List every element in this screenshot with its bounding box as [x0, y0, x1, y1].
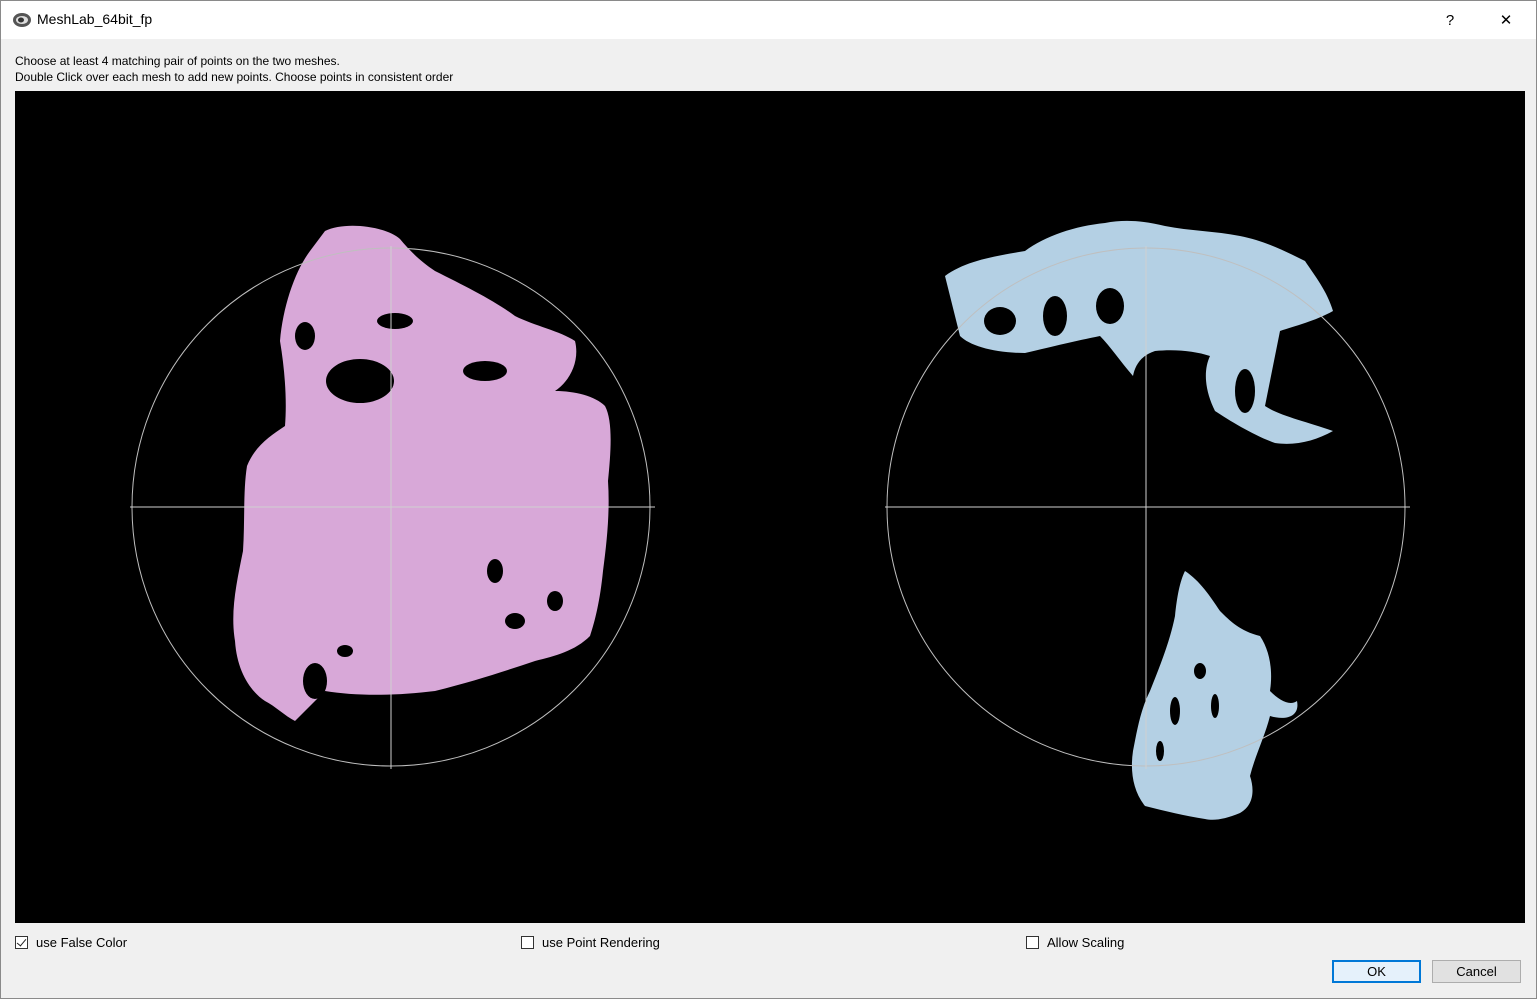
- mesh-viewports[interactable]: [15, 91, 1525, 923]
- point-rendering-label: use Point Rendering: [542, 934, 660, 950]
- help-button[interactable]: ?: [1427, 1, 1473, 39]
- instruction-line-1: Choose at least 4 matching pair of point…: [15, 54, 340, 68]
- ok-button[interactable]: OK: [1332, 960, 1421, 983]
- close-icon: ✕: [1499, 12, 1513, 29]
- false-color-label: use False Color: [36, 934, 128, 950]
- point-rendering-option[interactable]: use Point Rendering: [521, 933, 660, 951]
- left-mesh-view[interactable]: [130, 225, 655, 769]
- cancel-button[interactable]: Cancel: [1432, 960, 1521, 983]
- close-button[interactable]: ✕: [1483, 1, 1529, 39]
- allow-scaling-option[interactable]: Allow Scaling: [1026, 933, 1124, 951]
- allow-scaling-label: Allow Scaling: [1047, 934, 1125, 950]
- false-color-checkbox[interactable]: [15, 935, 28, 949]
- instruction-line-2: Double Click over each mesh to add new p…: [15, 70, 454, 84]
- help-icon: ?: [1445, 11, 1455, 29]
- instructions: Choose at least 4 matching pair of point…: [15, 53, 453, 85]
- window-title: MeshLab_64bit_fp: [37, 11, 153, 27]
- point-rendering-checkbox[interactable]: [521, 935, 534, 949]
- allow-scaling-checkbox[interactable]: [1026, 935, 1039, 949]
- false-color-option[interactable]: use False Color: [15, 933, 127, 951]
- meshlab-app-icon: [13, 13, 31, 27]
- title-bar: MeshLab_64bit_fp ? ✕: [1, 1, 1536, 39]
- left-mesh: [233, 225, 611, 721]
- dialog-window: MeshLab_64bit_fp ? ✕ Choose at least 4 m…: [0, 0, 1537, 999]
- right-mesh-view[interactable]: [885, 220, 1410, 820]
